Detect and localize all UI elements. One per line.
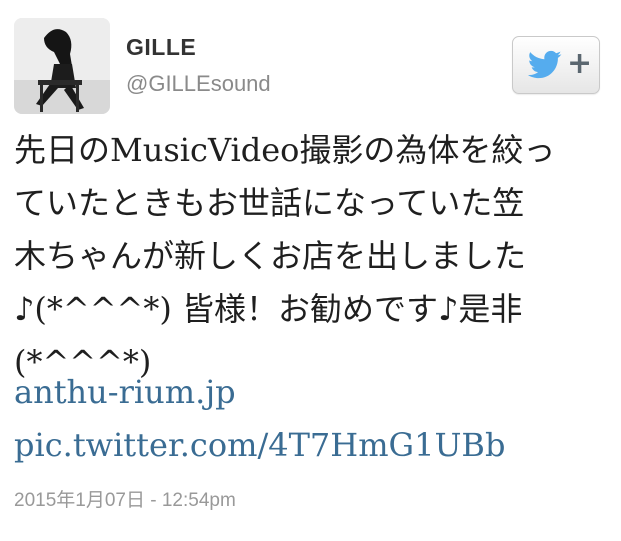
follow-button[interactable]: + [512, 36, 600, 94]
twitter-bird-icon [528, 50, 562, 79]
tweet-timestamp[interactable]: 2015年1月07日 - 12:54pm [14, 485, 236, 512]
tweet-link-website[interactable]: anthu-rium.jp [14, 366, 614, 419]
avatar[interactable] [14, 18, 110, 114]
tweet-text: 先日のMusicVideo撮影の為体を絞っ ていたときもお世話になっていた笠 木… [14, 131, 556, 381]
tweet-link-photo[interactable]: pic.twitter.com/4T7HmG1UBb [14, 419, 614, 472]
follow-plus-label: + [567, 46, 593, 81]
user-handle[interactable]: @GILLEsound [126, 71, 271, 97]
tweet-card: GILLE @GILLEsound + 先日のMusicVideo撮影の為体を絞… [0, 0, 621, 541]
display-name[interactable]: GILLE [126, 34, 196, 61]
avatar-photo [14, 18, 110, 114]
